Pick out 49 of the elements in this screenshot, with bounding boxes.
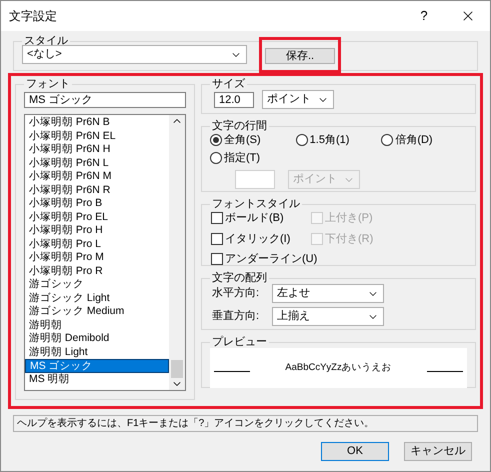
font-list-item[interactable]: MS 明朝 bbox=[25, 372, 169, 386]
font-list-item[interactable]: 游ゴシック Medium bbox=[25, 305, 169, 318]
radio-option[interactable]: 1.5角(1) bbox=[296, 132, 382, 148]
dialog-button[interactable]: キャンセル bbox=[404, 442, 472, 461]
group-label: フォントスタイル bbox=[211, 198, 301, 210]
font-list-item[interactable]: 小塚明朝 Pro M bbox=[25, 251, 169, 264]
help-button[interactable]: ? bbox=[402, 1, 446, 31]
window-title: 文字設定 bbox=[9, 8, 58, 25]
font-list-item[interactable]: 游ゴシック Light bbox=[25, 292, 169, 305]
font-list-item[interactable]: 小塚明朝 Pro EL bbox=[25, 210, 169, 224]
alignment-label: 水平方向: bbox=[212, 286, 260, 302]
radio-option[interactable]: 倍角(D) bbox=[381, 132, 467, 148]
group-label: スタイル bbox=[23, 35, 69, 47]
dropdown[interactable]: 左よせ bbox=[272, 284, 384, 303]
font-list-item[interactable]: 小塚明朝 Pr6N M bbox=[25, 170, 169, 184]
radio-option[interactable]: 全角(S) bbox=[210, 132, 296, 148]
dropdown[interactable]: 上揃え bbox=[272, 307, 384, 326]
font-list-item[interactable]: 小塚明朝 Pr6N L bbox=[25, 156, 169, 170]
font-list-item[interactable]: 小塚明朝 Pr6N H bbox=[25, 143, 169, 156]
checkbox-option[interactable]: アンダーライン(U) bbox=[211, 251, 318, 268]
checkbox-option[interactable]: ボールド(B) bbox=[211, 210, 284, 226]
group-label: 文字の行間 bbox=[211, 120, 268, 132]
font-list-item[interactable]: 小塚明朝 Pro B bbox=[25, 197, 169, 210]
group-label: プレビュー bbox=[211, 336, 268, 348]
group-label: フォント bbox=[25, 78, 71, 90]
status-bar: ヘルプを表示するには、F1キーまたは「?」アイコンをクリックしてください。 bbox=[13, 415, 478, 432]
font-name-field[interactable]: MS ゴシック bbox=[24, 92, 186, 108]
preview-sample-text: AaBbCcYyZzあいうえお bbox=[284, 360, 393, 375]
group-label: 文字の配列 bbox=[211, 272, 268, 284]
font-list-item[interactable]: 小塚明朝 Pr6N R bbox=[25, 184, 169, 197]
font-list-item[interactable]: 小塚明朝 Pro L bbox=[25, 238, 169, 251]
font-list-item[interactable]: 小塚明朝 Pro H bbox=[25, 224, 169, 238]
group-label: サイズ bbox=[211, 78, 246, 90]
alignment-label: 垂直方向: bbox=[212, 308, 260, 324]
save-button[interactable]: 保存.. bbox=[265, 48, 335, 64]
dropdown[interactable]: ポイント bbox=[262, 90, 334, 109]
font-list-item[interactable]: 游明朝 bbox=[25, 318, 169, 332]
dialog-button[interactable]: OK bbox=[321, 442, 389, 461]
checkbox-option[interactable]: イタリック(I) bbox=[211, 230, 290, 247]
radio-option[interactable]: 指定(T) bbox=[210, 150, 296, 166]
font-list-item[interactable]: 游明朝 Light bbox=[25, 346, 169, 359]
size-field[interactable]: 12.0 bbox=[214, 92, 254, 108]
font-list-item[interactable]: 游ゴシック bbox=[25, 278, 169, 292]
dropdown[interactable]: <なし> bbox=[22, 45, 247, 64]
font-list-item[interactable]: 小塚明朝 Pro R bbox=[25, 264, 169, 278]
font-list-item[interactable]: 小塚明朝 Pr6N B bbox=[25, 116, 169, 130]
font-list-item[interactable]: 游明朝 Demibold bbox=[25, 332, 169, 346]
font-list-item[interactable]: 小塚明朝 Pr6N EL bbox=[25, 130, 169, 143]
font-list-item[interactable]: MS ゴシック bbox=[25, 359, 169, 372]
